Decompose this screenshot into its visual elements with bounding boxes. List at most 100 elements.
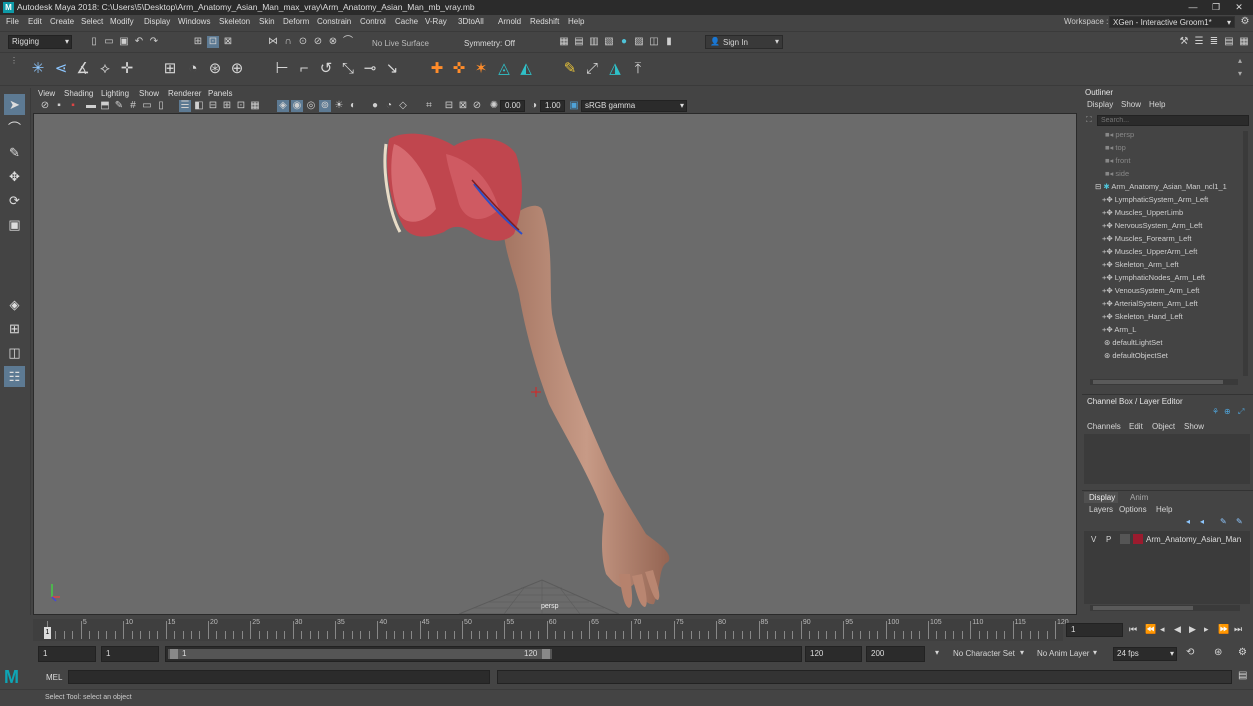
gate-mask-icon[interactable]: ⌗ — [423, 100, 435, 112]
step-forward-frame-icon[interactable]: ▸ — [1204, 624, 1209, 635]
xray-icon[interactable]: ◉ — [291, 100, 303, 112]
menu-edit[interactable]: Edit — [28, 17, 42, 26]
loop-icon[interactable]: ⟲ — [1186, 647, 1194, 658]
blendshape-icon[interactable]: ◬ — [494, 59, 514, 79]
select-tool-icon[interactable]: ➤ — [4, 94, 25, 115]
range-start-handle[interactable] — [170, 649, 178, 659]
outliner-item-root[interactable]: ⊟ ✱ Arm_Anatomy_Asian_Man_ncl1_1 — [1095, 180, 1227, 193]
paint-select-tool-icon[interactable]: ✎ — [4, 142, 25, 163]
animation-start-field[interactable]: 1 — [38, 646, 96, 662]
rotate-tool-icon[interactable]: ⟳ — [4, 190, 25, 211]
single-pane-icon[interactable]: ◈ — [4, 294, 25, 315]
channel-attr-icon[interactable]: ⊕ — [1224, 407, 1231, 416]
new-layer-icon[interactable]: ✎ — [1220, 517, 1227, 526]
shelf-options-icon[interactable]: ⋮ — [10, 56, 18, 65]
xray-active-icon[interactable]: ⊚ — [319, 100, 331, 112]
new-scene-icon[interactable]: ▯ — [88, 36, 100, 48]
menu-cache[interactable]: Cache — [395, 17, 418, 26]
close-icon[interactable]: ✕ — [1228, 1, 1250, 14]
sign-in-button[interactable]: 👤 Sign In ▾ — [705, 35, 783, 49]
xray-joints-icon[interactable]: ◎ — [305, 100, 317, 112]
range-slider-handle[interactable]: 1 120 — [168, 649, 552, 659]
render-settings-icon[interactable]: ▧ — [603, 36, 615, 48]
minimize-icon[interactable]: — — [1182, 1, 1204, 14]
point-constraint-icon[interactable]: ⊢ — [272, 59, 292, 79]
attribute-editor-icon[interactable]: ☰ — [1193, 36, 1205, 48]
fps-select[interactable]: 24 fps ▾ — [1113, 647, 1177, 661]
menu-windows[interactable]: Windows — [178, 17, 210, 26]
channels-menu-show[interactable]: Show — [1184, 422, 1204, 431]
layer-move-down-icon[interactable]: ◂ — [1200, 517, 1204, 526]
menu-file[interactable]: File — [6, 17, 19, 26]
outliner-item-child[interactable]: +✥ Muscles_UpperLimb — [1102, 206, 1183, 219]
settings-icon[interactable]: ⚙ — [1239, 16, 1251, 28]
layer-color-swatch[interactable] — [1133, 534, 1143, 544]
redo-icon[interactable]: ↷ — [148, 36, 160, 48]
outliner-toggle-icon[interactable]: ▦ — [1238, 36, 1250, 48]
channel-float-icon[interactable]: ⤢ — [1238, 407, 1244, 417]
undo-icon[interactable]: ↶ — [133, 36, 145, 48]
menu-vray[interactable]: V-Ray — [425, 17, 447, 26]
tab-display[interactable]: Display — [1084, 492, 1118, 503]
channels-menu-object[interactable]: Object — [1152, 422, 1175, 431]
current-frame-field[interactable]: 1 — [1066, 623, 1123, 637]
resolution-gate-icon[interactable]: ▯ — [155, 100, 167, 112]
bind-skin-icon[interactable]: ⊞ — [160, 59, 180, 79]
image-plane-icon[interactable]: ▬ — [85, 100, 97, 112]
select-hierarchy-icon[interactable]: ⊞ — [192, 36, 204, 48]
outliner-item-front[interactable]: ■◂ front — [1105, 154, 1130, 167]
chevron-down-icon[interactable]: ▾ — [935, 648, 939, 657]
exposure-icon[interactable]: ✺ — [488, 100, 500, 112]
snap-grid-icon[interactable]: ⋈ — [267, 36, 279, 48]
play-backwards-icon[interactable]: ◀ — [1174, 624, 1181, 635]
scale-constraint-icon[interactable]: ⤡ — [338, 59, 358, 79]
ambient-occlusion-icon[interactable]: ☀ — [333, 100, 345, 112]
menu-control[interactable]: Control — [360, 17, 386, 26]
outliner-item-child[interactable]: +✥ ArterialSystem_Arm_Left — [1102, 297, 1198, 310]
range-end-handle[interactable] — [542, 649, 550, 659]
aim-constraint-icon[interactable]: ⌐ — [294, 59, 314, 79]
maximize-icon[interactable]: ❐ — [1205, 1, 1227, 14]
vray-stop-icon[interactable]: ▮ — [663, 36, 675, 48]
render-frame-icon[interactable]: ▤ — [573, 36, 585, 48]
wrap-deformer-icon[interactable]: ◭ — [516, 59, 536, 79]
open-scene-icon[interactable]: ▭ — [103, 36, 115, 48]
live-surface-label[interactable]: No Live Surface — [372, 39, 429, 48]
ipr-render-icon[interactable]: ▥ — [588, 36, 600, 48]
parent-constraint-icon[interactable]: ⊸ — [360, 59, 380, 79]
menu-modify[interactable]: Modify — [110, 17, 134, 26]
outliner-item-top[interactable]: ■◂ top — [1105, 141, 1126, 154]
layers-menu-layers[interactable]: Layers — [1089, 505, 1113, 514]
camera-select-icon[interactable]: ⊘ — [39, 100, 51, 112]
channel-box-icon[interactable]: ⚘ — [1212, 407, 1219, 416]
scrollbar-thumb[interactable] — [1093, 380, 1223, 384]
menu-select[interactable]: Select — [81, 17, 103, 26]
panel-menu-lighting[interactable]: Lighting — [101, 89, 129, 98]
camera-attributes-icon[interactable]: ▪ — [53, 100, 65, 112]
menu-help[interactable]: Help — [568, 17, 584, 26]
ik-handle-icon[interactable]: ⋖ — [51, 59, 71, 79]
go-to-end-icon[interactable]: ⏭ — [1234, 624, 1242, 635]
menu-skin[interactable]: Skin — [259, 17, 275, 26]
shelf-scroll-up-icon[interactable]: ▴ — [1238, 56, 1242, 65]
2d-pan-zoom-icon[interactable]: ⬒ — [99, 100, 111, 112]
outliner-item-child[interactable]: +✥ Arm_L — [1102, 323, 1136, 336]
layer-playback-toggle[interactable]: P — [1106, 535, 1111, 544]
vray-ipr-icon[interactable]: ◫ — [648, 36, 660, 48]
smooth-shade-icon[interactable]: ◧ — [193, 100, 205, 112]
time-slider[interactable]: 5 10 15 20 25 30 35 40 45 50 55 60 65 70 75 80 85 90 95 100… — [33, 619, 1069, 641]
arm-model[interactable] — [34, 114, 1077, 615]
scrollbar-thumb[interactable] — [1093, 606, 1193, 610]
outliner-item-side[interactable]: ■◂ side — [1105, 167, 1129, 180]
panel-menu-renderer[interactable]: Renderer — [168, 89, 201, 98]
outliner-item-child[interactable]: +✥ LymphaticNodes_Arm_Left — [1102, 271, 1205, 284]
menu-constrain[interactable]: Constrain — [317, 17, 351, 26]
step-back-key-icon[interactable]: ⏪ — [1145, 624, 1156, 635]
panel-menu-show[interactable]: Show — [139, 89, 159, 98]
snap-view-icon[interactable]: ⊘ — [312, 36, 324, 48]
workspace-select[interactable]: XGen - Interactive Groom1* ▾ — [1109, 16, 1235, 28]
depth-of-field-icon[interactable]: ◔ — [383, 100, 395, 112]
snap-curve-icon[interactable]: ∩ — [282, 36, 294, 48]
pole-vector-icon[interactable]: ↘ — [382, 59, 402, 79]
gamma-field[interactable]: 1.00 — [540, 100, 565, 112]
